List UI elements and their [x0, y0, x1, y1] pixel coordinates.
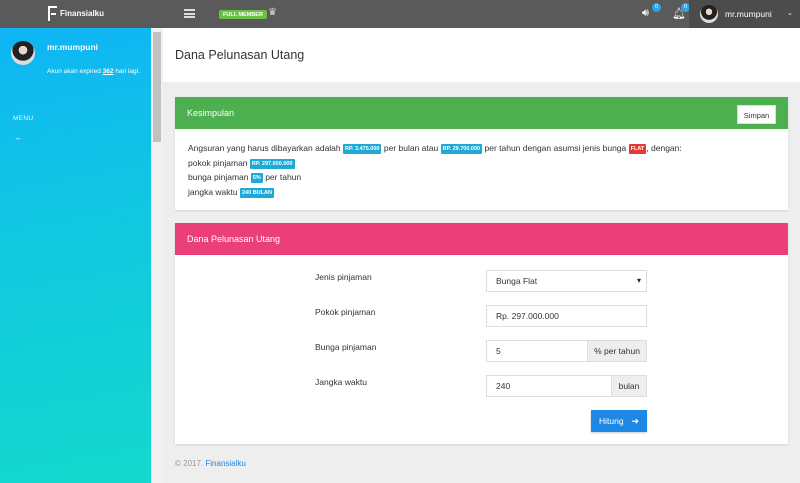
- page-header: Dana Pelunasan Utang: [163, 28, 800, 82]
- menu-toggle-icon[interactable]: [184, 9, 195, 18]
- rate-badge: 5%: [250, 173, 263, 183]
- yearly-payment-badge: RP. 29.700.000: [440, 144, 483, 154]
- speaker-count-badge: 0: [652, 3, 661, 12]
- interest-type-badge: FLAT: [628, 144, 647, 154]
- calculator-card-header: Dana Pelunasan Utang: [175, 223, 788, 255]
- summary-sentence-1: Angsuran yang harus dibayarkan adalah: [188, 143, 341, 153]
- summary-card-header: Kesimpulan Simpan: [175, 97, 788, 129]
- summary-card: Kesimpulan Simpan Angsuran yang harus di…: [175, 97, 788, 210]
- calculator-card: Dana Pelunasan Utang Jenis pinjaman Bung…: [175, 223, 788, 444]
- term-unit-addon: bulan: [612, 375, 647, 397]
- expiry-suffix: hari lagi.: [115, 68, 140, 75]
- arrow-right-icon: ➜: [631, 416, 639, 426]
- calculate-button-label: Hitung: [599, 416, 624, 426]
- rate-value: 5: [496, 346, 501, 356]
- rate-unit-addon: % per tahun: [588, 340, 647, 362]
- brand-name: Finansialku: [60, 9, 105, 18]
- term-field-label: Jangka waktu: [315, 377, 367, 387]
- loan-type-value: Bunga Flat: [496, 276, 538, 286]
- principal-field-label: Pokok pinjaman: [315, 307, 376, 317]
- summary-sentence-4: , dengan:: [646, 143, 682, 153]
- summary-sentence-3: per tahun dengan asumsi jenis bunga: [484, 143, 627, 153]
- principal-label: pokok pinjaman: [188, 157, 248, 168]
- sidebar-scrollbar-thumb[interactable]: [153, 32, 161, 142]
- menu-heading: MENU: [13, 115, 34, 122]
- summary-sentence-2: per bulan atau: [383, 143, 439, 153]
- crown-icon: ♛: [268, 7, 277, 18]
- expiry-prefix: Akun akan expired: [47, 68, 101, 75]
- sidebar-avatar: [11, 41, 35, 65]
- brand-logo[interactable]: Finansialku: [48, 6, 104, 21]
- save-button[interactable]: Simpan: [737, 105, 776, 124]
- summary-text: Angsuran yang harus dibayarkan adalah RP…: [188, 141, 778, 199]
- account-expiry-text: Akun akan expired 362 hari lagi.: [47, 66, 142, 77]
- rate-suffix: per tahun: [265, 172, 302, 182]
- calculate-button[interactable]: Hitung ➜: [591, 410, 647, 432]
- term-input[interactable]: 240: [486, 375, 612, 397]
- member-badge: FULL MEMBER: [219, 10, 267, 19]
- summary-card-title: Kesimpulan: [187, 108, 235, 118]
- finansialku-logo-icon: [48, 6, 57, 21]
- principal-value: Rp. 297.000.000: [496, 311, 559, 321]
- loan-type-label: Jenis pinjaman: [315, 272, 372, 282]
- loan-type-select[interactable]: Bunga Flat: [486, 270, 647, 292]
- term-value: 240: [496, 381, 511, 391]
- copyright-text: © 2017.: [175, 459, 204, 468]
- sidebar-item-dash[interactable]: –: [16, 134, 20, 143]
- rate-field-label: Bunga pinjaman: [315, 342, 377, 352]
- top-navbar: Finansialku FULL MEMBER ♛ 🔊︎ 0 🔔︎ 0 mr.m…: [0, 0, 800, 28]
- principal-input[interactable]: Rp. 297.000.000: [486, 305, 647, 327]
- footer-brand-link[interactable]: Finansialku: [205, 459, 245, 468]
- rate-input[interactable]: 5: [486, 340, 588, 362]
- expiry-days: 362: [102, 68, 114, 75]
- chevron-down-icon: ⌄: [787, 10, 793, 17]
- page-title: Dana Pelunasan Utang: [175, 48, 305, 62]
- term-label: jangka waktu: [188, 186, 238, 197]
- speaker-icon[interactable]: 🔊︎: [642, 7, 649, 20]
- avatar: [700, 5, 718, 23]
- footer: © 2017. Finansialku: [175, 459, 246, 468]
- calculator-card-title: Dana Pelunasan Utang: [187, 234, 281, 244]
- term-badge: 240 BULAN: [240, 187, 274, 198]
- monthly-payment-badge: RP. 3.475.000: [343, 144, 382, 154]
- user-menu[interactable]: mr.mumpuni ⌄: [689, 0, 800, 28]
- sidebar-username: mr.mumpuni: [47, 42, 99, 52]
- rate-label: bunga pinjaman: [188, 172, 249, 182]
- sidebar: mr.mumpuni Akun akan expired 362 hari la…: [0, 28, 163, 483]
- principal-badge: RP. 297.000.000: [249, 158, 295, 169]
- user-name: mr.mumpuni: [725, 9, 772, 19]
